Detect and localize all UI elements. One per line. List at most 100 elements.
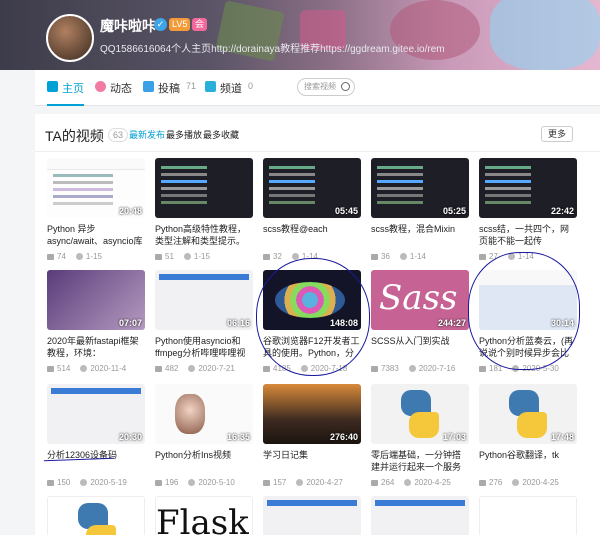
level-badge: LV5 <box>169 18 191 31</box>
video-thumbnail[interactable] <box>479 496 577 535</box>
play-count: 36 <box>381 252 390 261</box>
video-card[interactable] <box>47 496 145 535</box>
video-card[interactable]: 20:30 分析12306设备码 150 2020-5-19 <box>47 384 145 487</box>
clock-icon <box>183 253 191 261</box>
clock-icon <box>399 253 407 261</box>
video-title[interactable]: scss教程，混合Mixin <box>371 223 469 247</box>
video-card[interactable] <box>263 496 361 535</box>
search-icon[interactable] <box>341 82 350 91</box>
video-duration: 06:16 <box>226 318 250 328</box>
video-duration: 22:42 <box>550 206 574 216</box>
video-title[interactable]: Python 异步async/await、asyncio库 <box>47 223 145 247</box>
video-meta: 157 2020-4-27 <box>263 478 361 487</box>
video-title[interactable]: scss教程@each <box>263 223 361 247</box>
video-card[interactable]: 06:16 Python使用asyncio和ffmpeg分析哔哩哔哩视频 482… <box>155 270 253 373</box>
video-meta: 276 2020-4-25 <box>479 478 577 487</box>
avatar[interactable] <box>46 14 94 62</box>
video-title[interactable]: Python使用asyncio和ffmpeg分析哔哩哔哩视频 <box>155 335 253 359</box>
video-thumbnail[interactable]: 276:40 <box>263 384 361 444</box>
video-thumbnail[interactable]: 17:48 <box>479 384 577 444</box>
python-logo-icon <box>78 503 116 535</box>
home-icon <box>47 81 58 92</box>
video-card[interactable]: 20:48 Python 异步async/await、asyncio库 74 1-… <box>47 158 145 261</box>
banner-decoration <box>490 0 600 70</box>
video-card[interactable]: 05:25 scss教程，混合Mixin 36 1-14 <box>371 158 469 261</box>
upload-date: 1-14 <box>409 252 426 261</box>
sort-latest[interactable]: 最新发布 <box>129 128 165 141</box>
video-title[interactable]: SCSS从入门到实战 <box>371 335 469 359</box>
play-count: 196 <box>165 478 179 487</box>
upload-date: 1-15 <box>193 252 210 261</box>
video-thumbnail[interactable]: 05:45 <box>263 158 361 218</box>
clock-icon <box>75 253 83 261</box>
profile-nav: 主页 动态 投稿 71 频道 0 搜索视频 <box>35 70 600 106</box>
tab-uploads[interactable]: 投稿 71 <box>143 80 196 106</box>
video-card[interactable]: 05:45 scss教程@each 32 1-14 <box>263 158 361 261</box>
username[interactable]: 魔咔啦咔 <box>100 16 156 36</box>
video-card[interactable]: 16:35 Python分析Ins视频 196 2020-5-10 <box>155 384 253 487</box>
video-thumbnail[interactable]: 20:30 <box>47 384 145 444</box>
verified-icon: ✓ <box>154 18 167 31</box>
video-meta: 7383 2020-7-16 <box>371 364 469 373</box>
video-thumbnail[interactable]: 16:35 <box>155 384 253 444</box>
video-meta: 36 1-14 <box>371 252 469 261</box>
play-count-icon <box>479 253 486 260</box>
video-card[interactable]: 244:27 SCSS从入门到实战 7383 2020-7-16 <box>371 270 469 373</box>
video-thumbnail[interactable] <box>155 496 253 535</box>
video-title[interactable]: 分析12306设备码 <box>47 449 145 473</box>
video-meta: 514 2020-11-4 <box>47 364 145 373</box>
video-title[interactable]: 学习日记集 <box>263 449 361 473</box>
play-count: 32 <box>273 252 282 261</box>
video-thumbnail[interactable]: 17:03 <box>371 384 469 444</box>
video-card[interactable]: 22:42 scss结，一共四个，网页能不能一起传 27 1-14 <box>479 158 577 261</box>
channel-icon <box>205 81 216 92</box>
video-card[interactable]: 07:07 2020年最新fastapi框架教程，环境：Python3.9.0。… <box>47 270 145 373</box>
python-logo-icon <box>401 390 439 438</box>
clock-icon <box>512 479 520 487</box>
play-count: 264 <box>381 478 395 487</box>
video-duration: 17:48 <box>550 432 574 442</box>
video-thumbnail[interactable] <box>155 158 253 218</box>
clock-icon <box>408 365 416 373</box>
video-thumbnail[interactable]: 244:27 <box>371 270 469 330</box>
video-card[interactable] <box>155 496 253 535</box>
video-duration: 244:27 <box>437 318 466 328</box>
sort-most-favorited[interactable]: 最多收藏 <box>203 128 239 141</box>
video-thumbnail[interactable]: 07:07 <box>47 270 145 330</box>
video-thumbnail[interactable] <box>371 496 469 535</box>
tab-label: 投稿 <box>158 83 180 95</box>
tab-home[interactable]: 主页 <box>47 80 84 106</box>
clock-icon <box>404 479 412 487</box>
video-thumbnail[interactable]: 06:16 <box>155 270 253 330</box>
channels-count: 0 <box>248 81 254 91</box>
video-title[interactable]: scss结，一共四个，网页能不能一起传 <box>479 223 577 247</box>
video-thumbnail[interactable]: 05:25 <box>371 158 469 218</box>
vip-badge: 会 <box>192 18 208 31</box>
tab-dynamic[interactable]: 动态 <box>95 80 132 106</box>
video-thumbnail[interactable]: 22:42 <box>479 158 577 218</box>
video-thumbnail[interactable] <box>263 496 361 535</box>
upload-date: 2020-4-25 <box>522 478 559 487</box>
video-card[interactable]: 276:40 学习日记集 157 2020-4-27 <box>263 384 361 487</box>
video-title[interactable]: 2020年最新fastapi框架教程，环境：Python3.9.0。 <box>47 335 145 359</box>
play-count: 157 <box>273 478 287 487</box>
video-card[interactable] <box>371 496 469 535</box>
video-card[interactable]: 17:48 Python谷歌翻译，tk 276 2020-4-25 <box>479 384 577 487</box>
video-duration: 07:07 <box>118 318 142 328</box>
video-title[interactable]: 零后端基础，一分钟搭建并运行起来一个服务器 <box>371 449 469 473</box>
video-card[interactable]: 17:03 零后端基础，一分钟搭建并运行起来一个服务器 264 2020-4-25 <box>371 384 469 487</box>
video-card[interactable]: Python高级特性教程，类型注解和类型提示。 51 1-15 <box>155 158 253 261</box>
play-count-icon <box>47 253 54 260</box>
video-thumbnail[interactable]: 20:48 <box>47 158 145 218</box>
video-title[interactable]: Python高级特性教程，类型注解和类型提示。 <box>155 223 253 247</box>
video-thumbnail[interactable] <box>47 496 145 535</box>
more-button[interactable]: 更多 <box>541 126 573 142</box>
play-count: 51 <box>165 252 174 261</box>
video-title[interactable]: Python分析Ins视频 <box>155 449 253 473</box>
video-card[interactable] <box>479 496 577 535</box>
play-count-icon <box>371 365 378 372</box>
video-title[interactable]: Python谷歌翻译，tk <box>479 449 577 473</box>
tab-channels[interactable]: 频道 0 <box>205 80 253 106</box>
sort-most-played[interactable]: 最多播放 <box>166 128 202 141</box>
play-count-icon <box>263 365 270 372</box>
